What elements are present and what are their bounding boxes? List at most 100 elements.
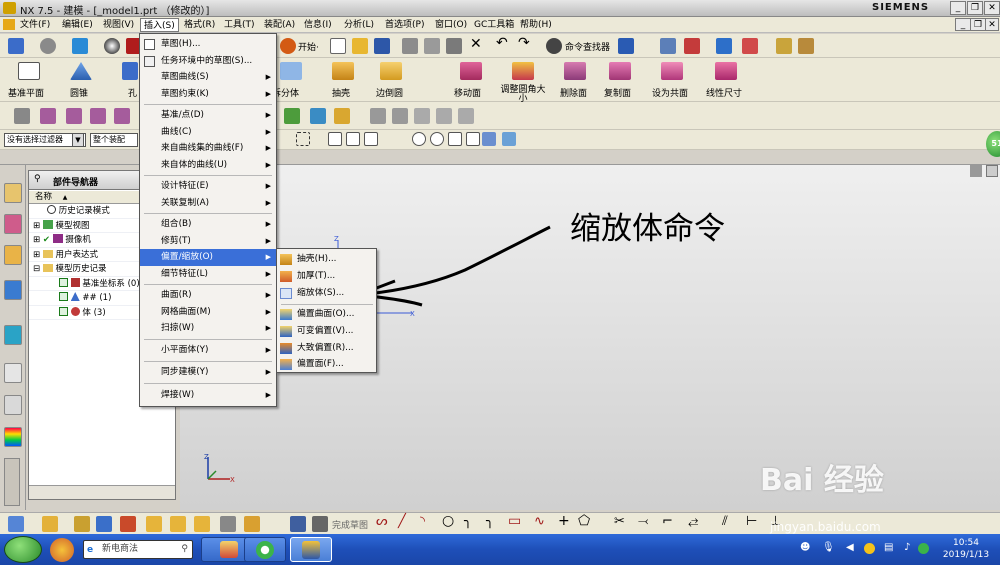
menu-item-synchronous-modeling[interactable]: 同步建模(Y) ▶ [140, 364, 276, 381]
finish-sketch-label[interactable]: 完成草图 [332, 518, 368, 531]
profile-icon[interactable]: ᔕ [376, 514, 388, 529]
view-tool-2-icon[interactable] [42, 516, 58, 532]
sync-tool-12-icon[interactable] [436, 108, 452, 124]
delete-icon[interactable]: ✕ [470, 36, 482, 52]
sync-tool-1-icon[interactable] [14, 108, 30, 124]
taskbar-clock[interactable]: 10:54 2019/1/13 [935, 537, 997, 561]
history-icon[interactable] [4, 363, 22, 383]
edge-blend-button[interactable]: 边倒圆 [372, 62, 412, 99]
measure-distance-icon[interactable] [776, 38, 792, 54]
menu-item-associative-copy[interactable]: 关联复制(A) ▶ [140, 195, 276, 212]
menu-item-datum-point[interactable]: 基准/点(D) ▶ [140, 107, 276, 124]
menu-view[interactable]: 视图(V) [100, 18, 137, 32]
doc-restore-button[interactable]: ❐ [970, 18, 986, 31]
new-document-icon[interactable] [330, 38, 346, 54]
measure-angle-icon[interactable] [798, 38, 814, 54]
arc-icon[interactable]: ◝ [420, 514, 425, 529]
submenu-item-scale-body[interactable]: 缩放体(S)... [277, 285, 376, 302]
view-tool-1-icon[interactable] [8, 516, 24, 532]
system-materials-icon[interactable] [4, 395, 22, 415]
tray-mic-icon[interactable]: 🎙 [822, 542, 835, 553]
sync-tool-3-icon[interactable] [66, 108, 82, 124]
rectangle-icon[interactable]: ▭ [508, 513, 521, 529]
menu-item-combine[interactable]: 组合(B) ▶ [140, 216, 276, 233]
sync-tool-5-icon[interactable] [114, 108, 130, 124]
move-face-button[interactable]: 移动面 [452, 62, 488, 99]
tray-arrow-icon[interactable]: ◀ [846, 542, 854, 553]
snap-body-icon[interactable] [502, 132, 516, 146]
expand-icon[interactable]: ⊞ [33, 221, 40, 231]
resize-blend-button[interactable]: 调整圆角大小 [500, 62, 546, 104]
finish-sketch-icon[interactable] [312, 516, 328, 532]
shading-icon[interactable] [104, 38, 120, 54]
menu-gc-toolbox[interactable]: GC工具箱 [471, 18, 517, 32]
wcs-icon[interactable] [684, 38, 700, 54]
close-window-button[interactable]: ✕ [984, 1, 1000, 15]
menu-help[interactable]: 帮助(H) [517, 18, 555, 32]
view-tool-5-icon[interactable] [120, 516, 136, 532]
menu-item-weld[interactable]: 焊接(W) ▶ [140, 387, 276, 404]
quick-extend-icon[interactable]: ⤙ [638, 514, 648, 529]
mirror-curve-icon[interactable]: ⫽ [722, 514, 728, 529]
sync-tool-8-icon[interactable] [334, 108, 350, 124]
view-tool-8-icon[interactable] [194, 516, 210, 532]
render-style-icon[interactable] [40, 38, 56, 54]
open-folder-icon[interactable] [352, 38, 368, 54]
sync-tool-10-icon[interactable] [392, 108, 408, 124]
menu-item-offset-scale[interactable]: 偏置/缩放(O) ▶ [140, 249, 276, 266]
canvas-restore-icon[interactable] [986, 165, 998, 177]
linear-dimension-button[interactable]: 线性尺寸 [704, 62, 748, 99]
menu-preferences[interactable]: 首选项(P) [382, 18, 427, 32]
delete-face-button[interactable]: 删除面 [558, 62, 592, 99]
submenu-item-offset-face[interactable]: 偏置面(F)... [277, 356, 376, 373]
menu-item-detail-feature[interactable]: 细节特征(L) ▶ [140, 266, 276, 283]
tray-network-icon[interactable]: ▤ [884, 542, 893, 553]
assembly-navigator-icon[interactable] [4, 183, 22, 203]
canvas-toolbar-icon[interactable] [970, 165, 982, 177]
menu-item-curve-from-bodies[interactable]: 来自体的曲线(U) ▶ [140, 157, 276, 174]
assembly-scope-select[interactable]: 整个装配 [90, 133, 138, 147]
view-tool-4-icon[interactable] [96, 516, 112, 532]
datum-plane-button[interactable]: 基准平面 [6, 62, 52, 99]
menu-window[interactable]: 窗口(O) [432, 18, 470, 32]
chamfer-icon[interactable]: ╮ [486, 514, 494, 529]
menu-item-sketch-constraint[interactable]: 草图约束(K) ▶ [140, 86, 276, 103]
doc-close-button[interactable]: ✕ [985, 18, 999, 31]
resource-scrollbar[interactable] [4, 458, 20, 506]
split-body-button[interactable]: 拆分体 [272, 62, 312, 99]
sync-tool-7-icon[interactable] [310, 108, 326, 124]
quick-trim-icon[interactable]: ✂ [614, 514, 625, 529]
app-menu-icon[interactable] [3, 19, 15, 30]
layer-settings-icon[interactable] [660, 38, 676, 54]
menu-item-trim[interactable]: 修剪(T) ▶ [140, 233, 276, 250]
menu-edit[interactable]: 编辑(E) [59, 18, 96, 32]
cut-icon[interactable] [402, 38, 418, 54]
sync-tool-2-icon[interactable] [40, 108, 56, 124]
collapse-icon[interactable]: ⊟ [33, 264, 40, 274]
selection-priority-icon[interactable] [742, 38, 758, 54]
sketch-icon[interactable] [290, 516, 306, 532]
copy-face-button[interactable]: 复制面 [602, 62, 638, 99]
view-tool-7-icon[interactable] [170, 516, 186, 532]
snap-point-on-curve-icon[interactable] [448, 132, 462, 146]
sync-tool-4-icon[interactable] [90, 108, 106, 124]
menu-item-sketch[interactable]: 草图(H)... [140, 36, 276, 53]
snap-quadrant-icon[interactable] [430, 132, 444, 146]
start-icon[interactable] [280, 38, 296, 54]
copy-icon[interactable] [424, 38, 440, 54]
make-corner-icon[interactable]: ⌐ [662, 514, 673, 529]
view-tool-6-icon[interactable] [146, 516, 162, 532]
dimension-icon[interactable]: ⊢ [746, 514, 757, 529]
menu-item-facet-body[interactable]: 小平面体(Y) ▶ [140, 342, 276, 359]
command-finder-icon[interactable] [546, 38, 562, 54]
taskbar-browser-app[interactable] [244, 537, 286, 562]
start-menu-label[interactable]: 开始· [298, 40, 319, 53]
submenu-item-offset-surface[interactable]: 偏置曲面(O)... [277, 306, 376, 323]
shell-button[interactable]: 抽壳 [328, 62, 358, 99]
expand-icon[interactable]: ⊞ [33, 250, 40, 260]
checkbox-icon[interactable] [59, 277, 68, 287]
submenu-item-thicken[interactable]: 加厚(T)... [277, 268, 376, 285]
circle-icon[interactable]: ○ [442, 513, 454, 529]
submenu-item-variable-offset[interactable]: 可变偏置(V)... [277, 323, 376, 340]
snap-face-icon[interactable] [482, 132, 496, 146]
